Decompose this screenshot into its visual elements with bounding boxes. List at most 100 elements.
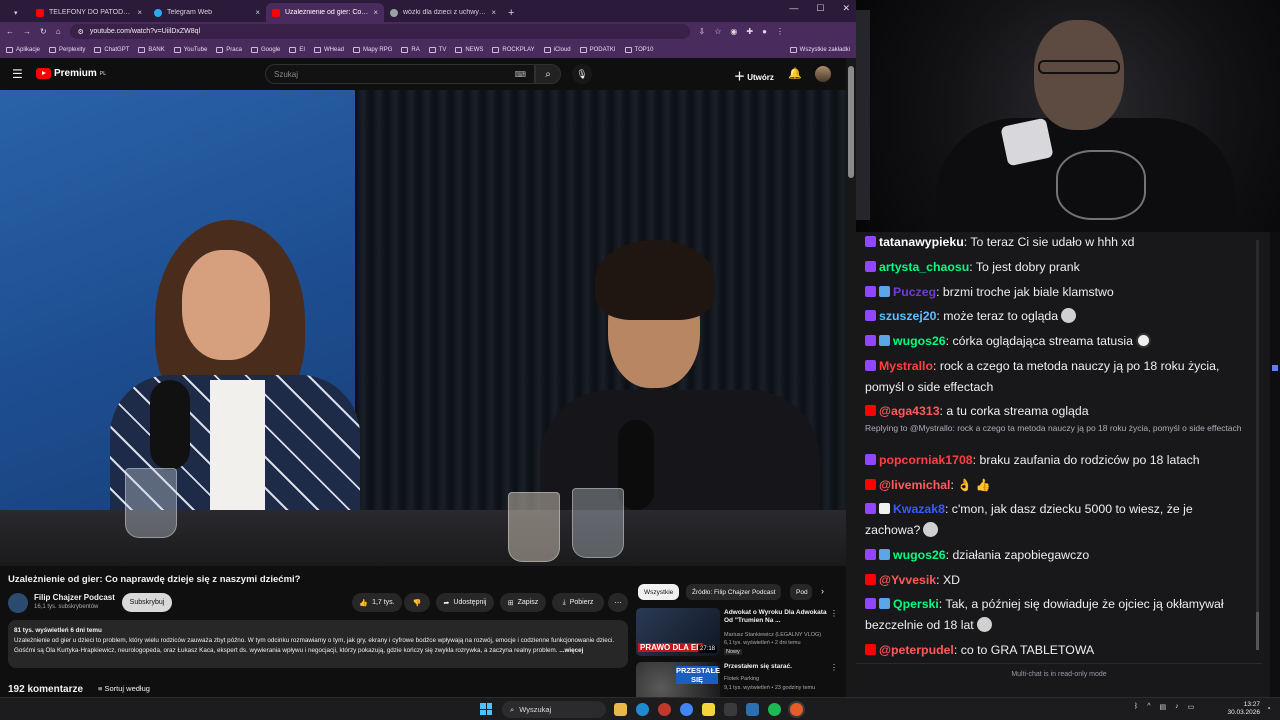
bookmark-folder[interactable]: PODATKI [579,46,616,53]
bluetooth-icon[interactable]: ᛒ [1134,703,1138,711]
bookmark-folder[interactable]: BANK [138,46,165,53]
tab-menu-button[interactable]: ▾ [8,3,30,22]
chevron-up-icon[interactable]: ^ [1147,703,1150,711]
channel-name[interactable]: Filip Chajzer Podcast [34,593,115,602]
description-more-link[interactable]: ...więcej [559,647,583,654]
page-scrollbar[interactable] [846,58,856,697]
new-tab-button[interactable]: + [502,3,524,22]
chip-more[interactable]: Pod [790,584,812,600]
more-vertical-icon[interactable]: ⋮ [830,609,838,618]
close-tab-icon[interactable]: × [137,8,142,17]
suggested-video[interactable]: PRZESTAŁEM SIĘ Przestałem się starać. Fl… [636,662,842,697]
voice-search-button[interactable]: 🎙 [572,64,592,84]
browser-tab[interactable]: TELEFONY DO PATODEWELOPERA× [30,3,148,22]
browser-tab-active[interactable]: Uzależnienie od gier: Co naprawdę dzieje… [266,3,384,22]
more-vertical-icon[interactable]: ⋮ [830,663,838,672]
download-manager-icon[interactable] [724,703,737,716]
home-icon[interactable]: ⌂ [56,27,61,36]
bookmark-folder[interactable]: YouTube [173,46,207,53]
bookmark-item[interactable]: ROCKPLAY [492,46,535,53]
bookmark-folder[interactable]: WHead [314,46,344,53]
scrollbar-thumb[interactable] [848,66,854,178]
battery-icon[interactable]: ▭ [1188,703,1195,711]
extension-icon[interactable]: ◉ [730,27,737,36]
search-button[interactable]: ⌕ [535,64,561,84]
extensions-puzzle-icon[interactable]: ✚ [746,27,753,36]
opera-icon[interactable] [658,703,671,716]
share-button[interactable]: ➦ Udostępnij [436,593,494,612]
minimize-icon[interactable]: — [789,3,798,14]
video-thumbnail[interactable]: PRAWO DLA EL 27:18 [636,608,720,656]
all-bookmarks-folder[interactable]: Wszystkie zakładki [789,46,850,53]
bookmark-folder[interactable]: Google [250,46,280,53]
install-app-icon[interactable]: ⇩ [699,27,706,36]
create-button[interactable]: ＋ Utwórz [734,68,774,84]
chip-source-channel[interactable]: Źródło: Filip Chajzer Podcast [686,584,782,600]
like-button[interactable]: 👍 1,7 tys. [352,593,402,612]
bookmark-folder[interactable]: Praca [216,46,242,53]
file-explorer-icon[interactable] [614,703,627,716]
chat-scrollbar[interactable] [1256,240,1259,650]
more-actions-button[interactable]: ⋯ [608,593,628,612]
dislike-button[interactable]: 👎 [404,593,430,612]
bookmark-star-icon[interactable]: ☆ [714,27,721,36]
bookmark-folder[interactable]: Mapy RPG [353,46,392,53]
suggested-video[interactable]: PRAWO DLA EL 27:18 Adwokat o Wyroku Dla … [636,608,842,660]
hamburger-menu-icon[interactable]: ☰ [12,67,23,81]
bookmark-folder[interactable]: NEWS [455,46,483,53]
edge-icon[interactable] [636,703,649,716]
bookmark-folder[interactable]: EI [289,46,305,53]
steam-icon[interactable] [746,703,759,716]
taskbar-search[interactable]: ⌕ Wyszukaj [502,701,606,718]
bookmark-item[interactable]: Perplexity [49,46,85,53]
chip-all[interactable]: Wszystkie [638,584,680,600]
bookmark-item[interactable]: TV [428,46,446,53]
subscribe-button[interactable]: Subskrybuj [122,593,172,612]
browser-tab[interactable]: wózki dla dzieci z uchwytem na kubek× [384,3,502,22]
volume-icon[interactable]: ♪ [1175,703,1179,711]
youtube-logo[interactable]: Premium PL [36,68,106,79]
video-thumbnail[interactable]: PRZESTAŁEM SIĘ [636,662,720,697]
network-icon[interactable]: ▤ [1160,703,1167,711]
close-window-icon[interactable]: ✕ [842,3,850,14]
channel-avatar[interactable] [8,593,28,613]
notes-icon[interactable] [702,703,715,716]
browser-menu-icon[interactable]: ⋮ [776,27,784,36]
spotify-icon[interactable] [768,703,781,716]
chrome-dev-icon[interactable] [790,703,803,716]
url-field[interactable]: ⚙ youtube.com/watch?v=UiilDxZW8ql [69,24,690,39]
site-info-icon[interactable]: ⚙ [78,28,84,36]
subscriber-count: 16,1 tys. subskrybentów [34,604,99,610]
chevron-right-icon[interactable]: › [821,586,824,596]
save-button[interactable]: ⊞ Zapisz [500,593,546,612]
bookmark-folder[interactable]: iCloud [543,46,571,53]
bookmark-item[interactable]: RA [401,46,420,53]
chrome-icon[interactable] [680,703,693,716]
forward-icon[interactable]: → [23,27,31,36]
keyboard-icon[interactable]: ⌨ [514,70,526,79]
maximize-icon[interactable]: ☐ [816,3,824,14]
back-icon[interactable]: ← [6,27,14,36]
taskbar-clock[interactable]: 13:27 30.03.2026 [1226,701,1260,717]
close-tab-icon[interactable]: × [491,8,496,17]
browser-tab[interactable]: Telegram Web × [148,3,266,22]
download-button[interactable]: ⤓ Pobierz [552,593,604,612]
video-player[interactable] [0,90,846,566]
bookmark-item[interactable]: ChatGPT [94,46,129,53]
profile-icon[interactable]: ● [762,27,767,36]
video-description[interactable]: 81 tys. wyświetleń 6 dni temu Uzależnien… [8,620,628,668]
bookmark-icon [94,46,102,53]
windows-start-icon[interactable] [480,703,492,715]
search-input[interactable]: Szukaj ⌨ [265,64,535,84]
close-tab-icon[interactable]: × [373,8,378,17]
notifications-bell-icon[interactable]: 🔔 [788,67,802,80]
bookmark-item[interactable]: TOP10 [624,46,653,53]
sort-comments-button[interactable]: ≡ Sortuj według [98,684,150,693]
water-glass [572,488,624,558]
user-avatar[interactable] [815,66,831,82]
bookmark-apps[interactable]: Aplikacje [6,46,40,53]
scrollbar-thumb[interactable] [1256,612,1259,650]
notifications-icon[interactable]: ◔ [1266,704,1271,713]
close-tab-icon[interactable]: × [255,8,260,17]
reload-icon[interactable]: ↻ [40,27,47,36]
